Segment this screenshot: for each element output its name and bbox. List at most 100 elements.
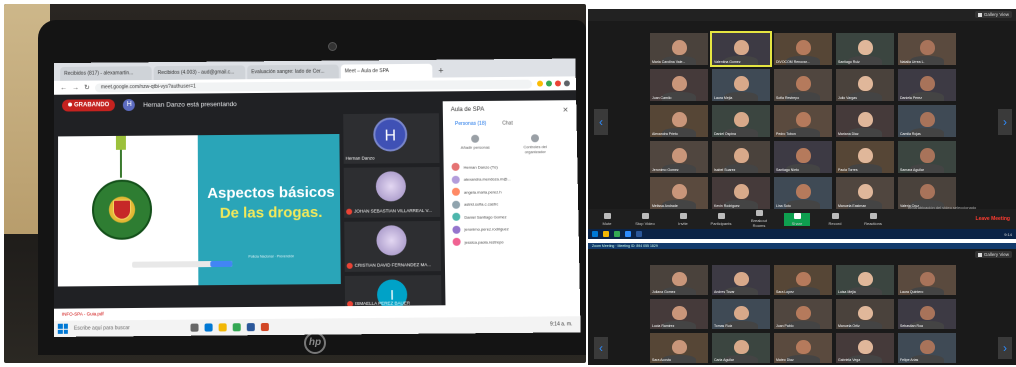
add-people-button[interactable]: Añadir personas: [457, 134, 493, 155]
video-tile[interactable]: Camila Rojas: [898, 105, 956, 137]
gallery-view-button[interactable]: Gallery View: [974, 11, 1012, 18]
tab-people[interactable]: Personas (18): [455, 121, 486, 127]
word-icon[interactable]: [246, 323, 255, 332]
next-page-button[interactable]: ›: [998, 337, 1012, 359]
share-screen-button[interactable]: Share: [784, 212, 810, 226]
participant-face: [734, 305, 750, 320]
video-tile[interactable]: Daniel Ospina: [712, 105, 770, 137]
folder-icon[interactable]: [218, 323, 227, 332]
list-item[interactable]: astrid.sofia.c.castro: [452, 197, 578, 211]
participants-button[interactable]: Participants: [708, 212, 734, 226]
video-tile[interactable]: Lucia Ramirez: [650, 299, 708, 329]
video-tile[interactable]: Sara Lopez: [774, 265, 832, 295]
participant-face: [734, 184, 750, 200]
reload-icon[interactable]: ↻: [84, 84, 90, 92]
video-tile[interactable]: Melissa Andrade: [650, 177, 708, 209]
word-icon[interactable]: [636, 231, 642, 237]
browser-tab[interactable]: Recibidos (817) - alexamartin...: [60, 66, 152, 81]
task-view-icon[interactable]: [190, 323, 199, 332]
new-tab-button[interactable]: +: [434, 64, 447, 78]
video-tile[interactable]: Mateo Diaz: [774, 333, 832, 363]
chrome-icon[interactable]: [614, 231, 620, 237]
video-tile[interactable]: Luisa Mejia: [836, 265, 894, 295]
folder-icon[interactable]: [603, 231, 609, 237]
previous-page-button[interactable]: ‹: [594, 109, 608, 135]
video-tile[interactable]: Pedro Tobon: [774, 105, 832, 137]
video-tile[interactable]: Alexandra Prieto: [650, 105, 708, 137]
video-tile[interactable]: Sebastian Roa: [898, 299, 956, 329]
video-tile[interactable]: Manuela Ortiz: [836, 299, 894, 329]
zoom-app-icon[interactable]: [625, 231, 631, 237]
taskbar-search[interactable]: Escribe aquí para buscar: [74, 325, 185, 332]
video-tile[interactable]: Natalia Urrea L.: [898, 33, 956, 65]
video-tile[interactable]: Carla Aguilar: [712, 333, 770, 363]
video-tile[interactable]: Gabriela Vega: [836, 333, 894, 363]
extension-icon[interactable]: [536, 80, 544, 87]
stop-video-button[interactable]: Stop Video: [632, 212, 658, 226]
mute-button[interactable]: Mute: [594, 212, 620, 226]
video-tile[interactable]: Daniela Perez: [898, 69, 956, 101]
list-item[interactable]: Hernan Danzo (Tú): [451, 160, 577, 174]
participant-name: Andres Tovar: [714, 290, 735, 294]
windows-start-icon[interactable]: [57, 323, 68, 334]
video-tile[interactable]: Santiago Ruiz: [836, 33, 894, 65]
video-tile[interactable]: Manuela Eastman: [836, 177, 894, 209]
invite-button[interactable]: Invite: [670, 212, 696, 226]
video-tile[interactable]: Felipe Arias: [898, 333, 956, 363]
previous-page-button[interactable]: ‹: [594, 337, 608, 359]
video-tile[interactable]: Jeronimo Gomez: [650, 141, 708, 173]
windows-start-icon[interactable]: [592, 231, 598, 237]
organizer-controls-button[interactable]: Controles del organizador: [517, 134, 553, 154]
gallery-view-button[interactable]: Gallery View: [974, 251, 1012, 258]
participant-tile[interactable]: H Hernan Danzo: [343, 113, 440, 164]
list-item[interactable]: jeronimo.perez.rodriguez: [452, 222, 578, 236]
tab-chat[interactable]: Chat: [502, 121, 513, 127]
video-tile[interactable]: Juan Pablo: [774, 299, 832, 329]
participant-tile[interactable]: JOHAN SEBASTIAN VILLARREAL V...: [343, 166, 441, 218]
back-icon[interactable]: ←: [60, 84, 67, 91]
browser-tab[interactable]: Recibidos (4.003) - aud@gmail.c...: [153, 65, 246, 81]
record-button[interactable]: Record: [822, 212, 848, 226]
video-tile[interactable]: Paola Torres: [836, 141, 894, 173]
video-tile[interactable]: Sofia Restrepo: [774, 69, 832, 101]
video-tile[interactable]: Samara Aguilar: [898, 141, 956, 173]
video-tile[interactable]: Santiago Nieto: [774, 141, 832, 173]
video-tile[interactable]: Valentina Gomez: [710, 31, 772, 67]
extension-icon[interactable]: [545, 80, 553, 87]
video-tile[interactable]: Maria Carolina Vale...: [650, 33, 708, 65]
powerpoint-icon[interactable]: [260, 322, 269, 332]
video-tile[interactable]: Tomas Ruiz: [712, 299, 770, 329]
video-tile[interactable]: Laura Quintero: [898, 265, 956, 295]
list-item[interactable]: alexandra.mendoza.m@...: [451, 172, 578, 186]
profile-icon[interactable]: [563, 80, 570, 87]
edge-icon[interactable]: [204, 323, 213, 332]
video-tile[interactable]: Isabel Suarez: [712, 141, 770, 173]
avatar: [452, 225, 461, 234]
video-tile[interactable]: Andres Tovar: [712, 265, 770, 295]
video-tile[interactable]: Lina Soto: [774, 177, 832, 209]
video-tile[interactable]: Kevin Rodriguez: [712, 177, 770, 209]
url-field[interactable]: meet.google.com/nzw-qtbi-vys?authuser=1: [94, 79, 533, 92]
video-tile[interactable]: Mariana Diaz: [836, 105, 894, 137]
video-tile[interactable]: Laura Mejia: [712, 69, 770, 101]
browser-tab-active[interactable]: Meet – Aula de SPA: [340, 63, 433, 79]
video-tile[interactable]: Juan Camilo: [650, 69, 708, 101]
extension-icon[interactable]: [554, 80, 561, 87]
reactions-button[interactable]: Reactions: [860, 212, 886, 226]
chrome-icon[interactable]: [232, 323, 241, 332]
video-tile[interactable]: Julio Vargas: [836, 69, 894, 101]
slide-accent-bar: [115, 135, 126, 150]
leave-meeting-button[interactable]: Leave Meeting: [976, 216, 1010, 222]
browser-tab[interactable]: Evaluación sangre: lado de Cer...: [247, 64, 339, 80]
participant-tile[interactable]: CRISTIAN DAVID FERNANDEZ MA...: [344, 220, 442, 272]
next-page-button[interactable]: ›: [998, 109, 1012, 135]
list-item[interactable]: jessica.paola.restrepo: [452, 235, 579, 249]
breakout-rooms-button[interactable]: Breakout Rooms: [746, 210, 772, 228]
video-tile[interactable]: DIVOCOM Renovar...: [774, 33, 832, 65]
close-icon[interactable]: ✕: [562, 106, 568, 114]
list-item[interactable]: Daniel Santiago Gomez: [452, 210, 578, 224]
list-item[interactable]: angela.maria.perez.h: [451, 185, 578, 199]
video-tile[interactable]: Juliana Gomez: [650, 265, 708, 295]
video-tile[interactable]: Sara Acosta: [650, 333, 708, 363]
forward-icon[interactable]: →: [72, 84, 79, 91]
